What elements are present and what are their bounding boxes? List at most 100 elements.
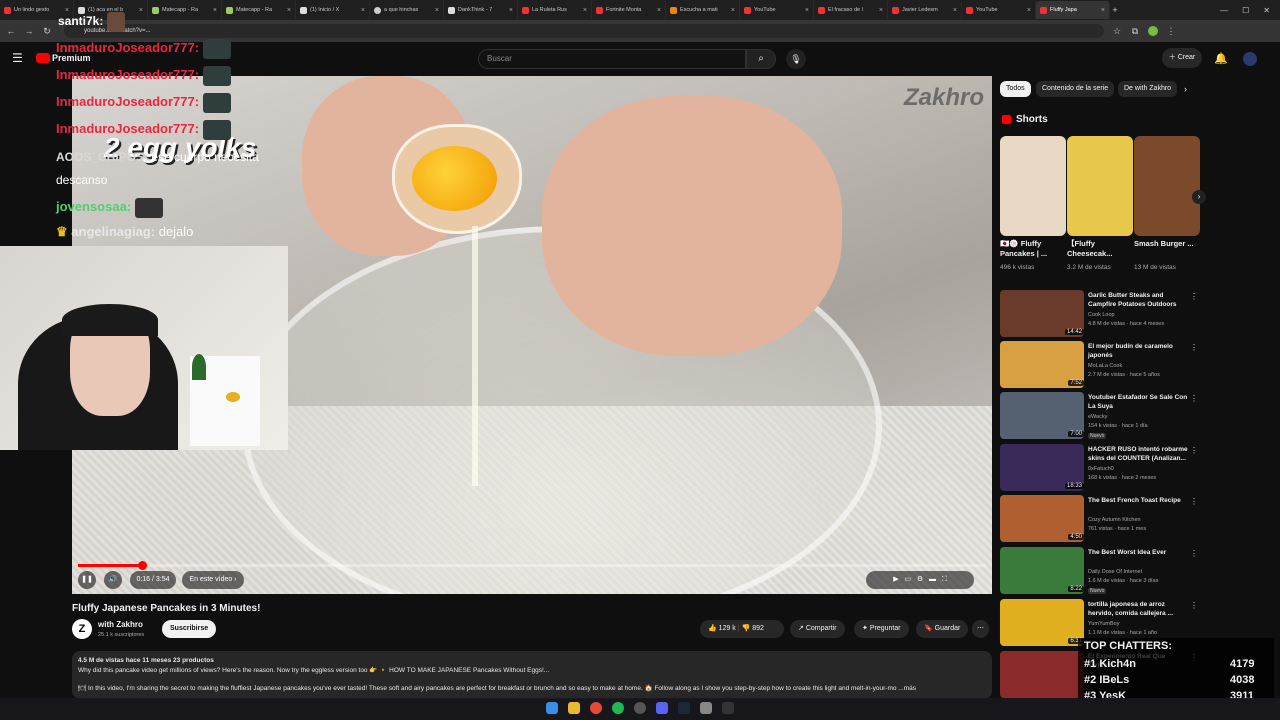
short-title[interactable]: 🇯🇵🍥 Fluffy Pancakes | ... [1000,239,1060,259]
recommended-video[interactable]: 8:22 The Best Worst Idea Ever Daily Dose O… [1000,547,1200,595]
close-tab-icon[interactable]: × [1101,7,1105,14]
close-tab-icon[interactable]: × [139,7,143,14]
close-tab-icon[interactable]: × [1027,7,1031,14]
browser-tab[interactable]: (1) Inicio / X × [296,1,370,19]
close-tab-icon[interactable]: × [657,7,661,14]
obs-icon[interactable] [634,702,646,714]
minimize-icon[interactable]: — [1220,6,1228,15]
microphone-icon[interactable]: 🎙 [786,49,806,69]
share-button[interactable]: ↗ Compartir [790,620,845,638]
progress-bar[interactable] [78,561,986,570]
close-tab-icon[interactable]: × [213,7,217,14]
video-title[interactable]: El mejor budín de caramelo japonés [1088,342,1192,360]
close-tab-icon[interactable]: × [731,7,735,14]
account-avatar[interactable] [1243,52,1257,66]
app-icon[interactable] [722,702,734,714]
dislike-button[interactable]: 👎 892 [742,625,764,632]
address-input[interactable]: youtube.com/watch?v=... [64,24,1104,38]
browser-tab[interactable]: Escucha a mati × [666,1,740,19]
close-tab-icon[interactable]: × [583,7,587,14]
maximize-icon[interactable]: ☐ [1242,6,1249,15]
more-options-icon[interactable]: ⋮ [1190,446,1198,455]
close-tab-icon[interactable]: × [361,7,365,14]
pause-button[interactable]: ❚❚ [78,571,96,589]
recommended-video[interactable]: 7:52 El mejor budín de caramelo japonés Mo… [1000,341,1200,389]
new-tab-icon[interactable]: + [1110,5,1120,15]
channel-name[interactable]: YumYumBoy [1088,621,1120,627]
extensions-icon[interactable]: ⧉ [1130,26,1140,36]
browser-tab[interactable]: Javier Ledesm × [888,1,962,19]
recommended-video[interactable]: 4:50 The Best French Toast Recipe Cozy Aut… [1000,495,1200,543]
search-icon[interactable]: ⌕ [746,49,776,69]
close-tab-icon[interactable]: × [805,7,809,14]
youtube-logo-icon[interactable] [36,53,50,63]
ask-button[interactable]: ✦ Preguntar [854,620,909,638]
recommended-video[interactable]: 14:42 Garlic Butter Steaks and Campfire P… [1000,290,1200,338]
theater-mode-icon[interactable]: ▬ [929,576,936,583]
fullscreen-icon[interactable]: ⛶ [942,576,947,583]
browser-tab[interactable]: La Ruleta Rus × [518,1,592,19]
more-options-icon[interactable]: ⋮ [1190,343,1198,352]
forward-arrow-icon[interactable]: → [24,26,34,36]
video-title[interactable]: Garlic Butter Steaks and Campfire Potato… [1088,291,1192,309]
chip-all[interactable]: Todos [1000,81,1031,97]
shorts-next-chevron-icon[interactable]: › [1192,190,1206,204]
profile-avatar-icon[interactable] [1148,26,1158,36]
browser-menu-icon[interactable]: ⋮ [1166,26,1176,36]
subscribe-button[interactable]: Suscribirse [162,620,217,638]
chip-from-channel[interactable]: De with Zakhro [1118,81,1178,97]
more-options-icon[interactable]: ⋮ [1190,601,1198,610]
recommended-video[interactable]: 7:00 Youtuber Estafador Se Sale Con La Su… [1000,392,1200,440]
more-options-icon[interactable]: ⋮ [1190,292,1198,301]
volume-icon[interactable]: 🔊 [104,571,122,589]
channel-name[interactable]: eWacky [1088,414,1107,420]
browser-tab[interactable]: Fortnite Monta × [592,1,666,19]
browser-tab[interactable]: a que hinchas × [370,1,444,19]
channel-name[interactable]: Cook Loop [1088,312,1115,318]
chapter-button[interactable]: En este vídeo › [182,571,244,589]
short-title[interactable]: 【Fluffy Cheesecak... [1067,239,1127,259]
video-title[interactable]: tortilla japonesa de arroz hervido, comi… [1088,600,1192,618]
close-tab-icon[interactable]: × [509,7,513,14]
more-options-icon[interactable]: ⋮ [1190,394,1198,403]
short-thumbnail[interactable] [1134,136,1200,236]
channel-avatar[interactable]: Z [72,619,92,639]
recommended-video[interactable]: 18:33 HACKER RUSO intentó robarme skins d… [1000,444,1200,492]
channel-name[interactable]: 0xFatuch0 [1088,466,1114,472]
search-input[interactable]: Buscar [478,49,746,69]
notifications-bell-icon[interactable]: 🔔 [1214,52,1228,65]
bookmark-star-icon[interactable]: ☆ [1112,26,1122,36]
close-window-icon[interactable]: ✕ [1263,6,1270,15]
video-title[interactable]: The Best French Toast Recipe [1088,496,1192,505]
channel-name[interactable]: with Zakhro [98,620,143,629]
short-thumbnail[interactable] [1000,136,1066,236]
short-thumbnail[interactable] [1067,136,1133,236]
subtitles-icon[interactable]: ▭ [904,576,911,583]
video-title[interactable]: HACKER RUSO intentó robarme skins del CO… [1088,445,1192,463]
description-box[interactable]: 4.5 M de vistas hace 11 meses 23 product… [72,651,992,699]
autoplay-toggle-icon[interactable]: ▶ [893,576,898,583]
browser-tab[interactable]: El fracaso de l × [814,1,888,19]
short-title[interactable]: Smash Burger ... [1134,239,1194,249]
settings-app-icon[interactable] [700,702,712,714]
close-tab-icon[interactable]: × [879,7,883,14]
discord-icon[interactable] [656,702,668,714]
chrome-icon[interactable] [590,702,602,714]
browser-tab-active[interactable]: Fluffy Japa × [1036,1,1110,19]
spotify-icon[interactable] [612,702,624,714]
close-tab-icon[interactable]: × [953,7,957,14]
chip-series[interactable]: Contenido de la serie [1036,81,1115,97]
windows-start-icon[interactable] [546,702,558,714]
browser-tab[interactable]: Matecapp - Ra × [148,1,222,19]
more-actions-icon[interactable]: ⋯ [972,620,989,638]
steam-icon[interactable] [678,702,690,714]
file-explorer-icon[interactable] [568,702,580,714]
channel-name[interactable]: MoLaLa Cook [1088,363,1122,369]
video-title[interactable]: The Best Worst Idea Ever [1088,548,1192,557]
back-arrow-icon[interactable]: ← [6,26,16,36]
more-options-icon[interactable]: ⋮ [1190,497,1198,506]
reload-icon[interactable]: ↻ [42,26,52,36]
create-button[interactable]: ＋ Crear [1162,48,1202,68]
settings-gear-icon[interactable]: ⚙ [917,576,923,583]
chevron-right-icon[interactable]: › [1184,84,1187,94]
